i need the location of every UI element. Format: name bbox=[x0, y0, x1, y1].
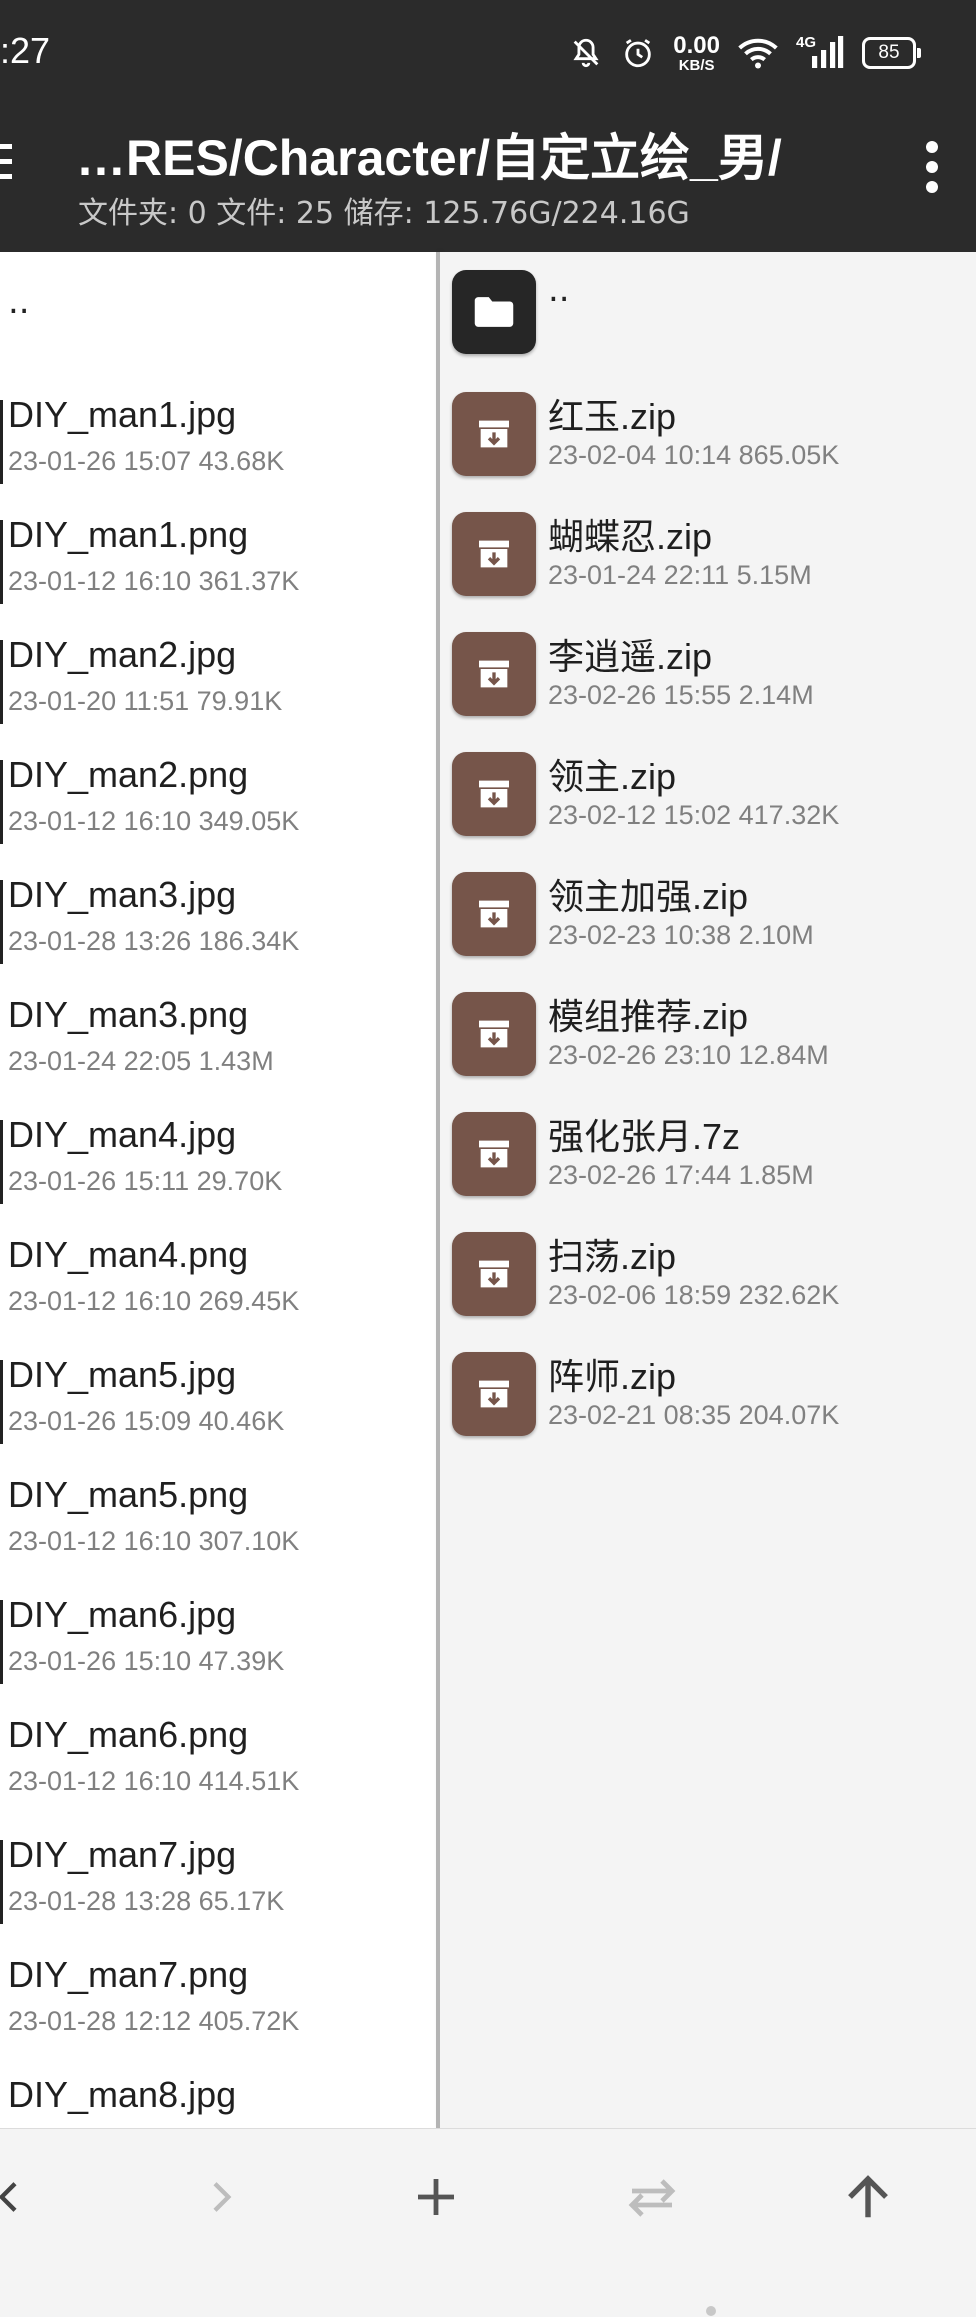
list-item[interactable]: DIY_man2.jpg 23-01-20 11:51 79.91K bbox=[0, 622, 436, 742]
net-speed: 0.00 KB/S bbox=[673, 31, 720, 74]
hamburger-icon[interactable] bbox=[0, 142, 12, 186]
folder-icon bbox=[452, 270, 536, 354]
list-item[interactable]: DIY_man6.png 23-01-12 16:10 414.51K bbox=[0, 1702, 436, 1822]
swap-icon[interactable] bbox=[612, 2157, 692, 2237]
up-icon[interactable] bbox=[828, 2157, 908, 2237]
list-item[interactable]: 红玉.zip 23-02-04 10:14 865.05K bbox=[440, 378, 976, 498]
archive-icon bbox=[452, 1112, 536, 1196]
battery-icon: 85 bbox=[862, 37, 921, 69]
wifi-icon bbox=[738, 36, 778, 70]
list-item[interactable]: DIY_man1.jpg 23-01-26 15:07 43.68K bbox=[0, 382, 436, 502]
archive-icon bbox=[452, 872, 536, 956]
signal-icon: 4G bbox=[796, 34, 844, 70]
list-item[interactable]: 扫荡.zip 23-02-06 18:59 232.62K bbox=[440, 1218, 976, 1338]
status-icons: 0.00 KB/S 4G 85 bbox=[569, 30, 921, 76]
thumbnail-edge bbox=[0, 400, 3, 484]
list-item[interactable]: DIY_man7.png 23-01-28 12:12 405.72K bbox=[0, 1942, 436, 2062]
more-vert-icon[interactable] bbox=[924, 140, 940, 198]
left-file-panel[interactable]: .. DIY_man1.jpg 23-01-26 15:07 43.68K DIY… bbox=[0, 252, 436, 2128]
list-item[interactable]: DIY_man5.png 23-01-12 16:10 307.10K bbox=[0, 1462, 436, 1582]
thumbnail-edge bbox=[0, 640, 3, 724]
bell-off-icon bbox=[569, 36, 603, 70]
list-item[interactable]: 强化张月.7z 23-02-26 17:44 1.85M bbox=[440, 1098, 976, 1218]
back-icon[interactable] bbox=[0, 2157, 50, 2237]
archive-icon bbox=[452, 512, 536, 596]
list-item[interactable]: DIY_man2.png 23-01-12 16:10 349.05K bbox=[0, 742, 436, 862]
list-item[interactable]: DIY_man1.png 23-01-12 16:10 361.37K bbox=[0, 502, 436, 622]
list-item[interactable]: DIY_man4.jpg 23-01-26 15:11 29.70K bbox=[0, 1102, 436, 1222]
list-item[interactable]: 阵师.zip 23-02-21 08:35 204.07K bbox=[440, 1338, 976, 1458]
archive-icon bbox=[452, 632, 536, 716]
forward-icon[interactable] bbox=[180, 2157, 260, 2237]
list-item[interactable]: 李逍遥.zip 23-02-26 15:55 2.14M bbox=[440, 618, 976, 738]
thumbnail-edge bbox=[0, 1120, 3, 1204]
thumbnail-edge bbox=[0, 1600, 3, 1684]
storage-stats: 文件夹: 0 文件: 25 储存: 125.76G/224.16G bbox=[78, 196, 690, 231]
list-item[interactable]: DIY_man8.jpg bbox=[0, 2062, 436, 2128]
list-item[interactable]: DIY_man6.jpg 23-01-26 15:10 47.39K bbox=[0, 1582, 436, 1702]
status-time: :27 bbox=[0, 30, 51, 71]
top-bar: :27 0.00 KB/S 4G 85 …RES/Character/自定立绘_… bbox=[0, 0, 976, 252]
thumbnail-edge bbox=[0, 1840, 3, 1924]
gesture-indicator bbox=[706, 2306, 716, 2316]
archive-icon bbox=[452, 392, 536, 476]
list-item[interactable]: DIY_man3.jpg 23-01-28 13:26 186.34K bbox=[0, 862, 436, 982]
archive-icon bbox=[452, 992, 536, 1076]
list-item[interactable]: 模组推荐.zip 23-02-26 23:10 12.84M bbox=[440, 978, 976, 1098]
parent-directory-item[interactable]: .. bbox=[8, 274, 30, 374]
list-item[interactable]: DIY_man3.png 23-01-24 22:05 1.43M bbox=[0, 982, 436, 1102]
thumbnail-edge bbox=[0, 520, 3, 604]
add-icon[interactable] bbox=[396, 2157, 476, 2237]
thumbnail-edge bbox=[0, 880, 3, 964]
parent-directory-item[interactable]: .. bbox=[440, 252, 976, 362]
bottom-toolbar bbox=[0, 2128, 976, 2317]
alarm-icon bbox=[621, 36, 655, 70]
list-item[interactable]: DIY_man5.jpg 23-01-26 15:09 40.46K bbox=[0, 1342, 436, 1462]
list-item[interactable]: 领主加强.zip 23-02-23 10:38 2.10M bbox=[440, 858, 976, 978]
thumbnail-edge bbox=[0, 760, 3, 844]
list-item[interactable]: DIY_man7.jpg 23-01-28 13:28 65.17K bbox=[0, 1822, 436, 1942]
thumbnail-edge bbox=[0, 1360, 3, 1444]
archive-icon bbox=[452, 752, 536, 836]
right-file-panel[interactable]: .. 红玉.zip 23-02-04 10:14 865.05K 蝴蝶忍.zip 2… bbox=[440, 252, 976, 2128]
list-item[interactable]: 蝴蝶忍.zip 23-01-24 22:11 5.15M bbox=[440, 498, 976, 618]
list-item[interactable]: 领主.zip 23-02-12 15:02 417.32K bbox=[440, 738, 976, 858]
archive-icon bbox=[452, 1352, 536, 1436]
list-item[interactable]: DIY_man4.png 23-01-12 16:10 269.45K bbox=[0, 1222, 436, 1342]
archive-icon bbox=[452, 1232, 536, 1316]
path-title[interactable]: …RES/Character/自定立绘_男/ bbox=[76, 118, 782, 190]
